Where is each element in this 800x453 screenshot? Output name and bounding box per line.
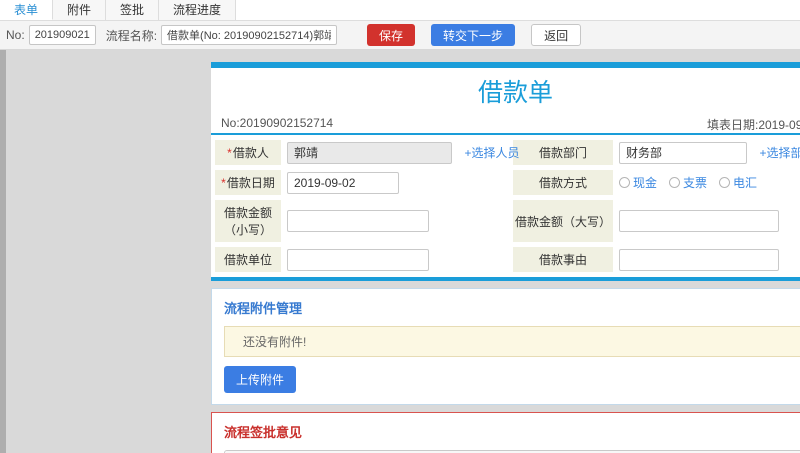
fill-date: 填表日期:2019-09-02 15:27:1 [707,118,800,132]
main-panel: 借款单 No:20190902152714 填表日期:2019-09-02 15… [211,62,800,453]
required-mark: * [227,146,232,160]
radio-cheque[interactable]: 支票 [669,174,707,191]
left-edge-strip [0,50,6,453]
loan-reason-input[interactable] [619,248,779,271]
radio-wire[interactable]: 电汇 [719,174,757,191]
tab-form[interactable]: 表单 [0,0,54,20]
no-input[interactable] [28,25,96,45]
radio-circle-icon[interactable] [619,177,630,188]
borrower-label-cell: *借款人 [215,140,281,165]
select-person-link[interactable]: +选择人员 [464,146,519,160]
amount-big-input[interactable] [619,210,779,232]
radio-wire-label: 电汇 [733,176,758,190]
doc-number: No:20190902152714 [221,116,334,130]
loan-method-radio-group: 现金 支票 电汇 [619,174,800,191]
process-name-input[interactable] [161,25,338,45]
loan-method-label: 借款方式 [513,170,613,195]
loan-form-table: *借款人 +选择人员 借款部门 +选择部门 *借款日期 [211,135,800,277]
tab-attachments[interactable]: 附件 [53,0,107,20]
loan-date-label: 借款日期 [226,176,275,190]
borrower-label: 借款人 [232,146,269,160]
amount-big-label: 借款金额（大写） [513,200,613,242]
department-label: 借款部门 [513,140,613,165]
forward-next-step-button[interactable]: 转交下一步 [431,24,516,46]
amount-small-input[interactable] [287,210,429,232]
loan-date-input[interactable] [287,171,399,194]
approval-heading: 流程签批意见 [224,425,303,440]
no-attachment-notice: 还没有附件! [224,326,800,357]
department-input[interactable] [619,141,747,164]
attachment-panel: 流程附件管理 还没有附件! 上传附件 [211,288,800,405]
tab-process-progress[interactable]: 流程进度 [159,0,237,20]
radio-cash[interactable]: 现金 [619,174,657,191]
table-row: *借款日期 借款方式 现金 [215,170,800,195]
approval-panel: 流程签批意见 B I abc A [211,412,800,453]
amount-small-label: 借款金额（小写） [215,200,281,242]
content-area: 借款单 No:20190902152714 填表日期:2019-09-02 15… [0,50,800,453]
loan-date-label-cell: *借款日期 [215,170,281,195]
upload-attachment-button[interactable]: 上传附件 [224,366,297,393]
process-name-label: 流程名称: [105,28,158,43]
tab-approval[interactable]: 签批 [106,0,160,20]
attachment-heading: 流程附件管理 [224,301,303,316]
loan-unit-input[interactable] [287,248,429,271]
form-bottom-bar [211,277,800,281]
form-meta-row: No:20190902152714 填表日期:2019-09-02 15:27:… [211,112,800,133]
radio-cheque-label: 支票 [683,176,708,190]
radio-circle-icon[interactable] [719,177,731,188]
table-row: *借款人 +选择人员 借款部门 +选择部门 [215,140,800,165]
top-tab-bar: 表单 附件 签批 流程进度 [0,0,800,21]
radio-circle-icon[interactable] [669,177,681,188]
loan-reason-label: 借款事由 [513,247,613,272]
loan-form-card: 借款单 No:20190902152714 填表日期:2019-09-02 15… [211,62,800,281]
table-row: 借款金额（小写） 借款金额（大写） [215,200,800,242]
select-department-link[interactable]: +选择部门 [759,146,800,160]
back-button[interactable]: 返回 [531,24,582,46]
table-row: 借款单位 借款事由 [215,247,800,272]
page-title: 借款单 [477,79,553,107]
loan-unit-label: 借款单位 [215,247,281,272]
required-mark: * [221,176,226,190]
action-toolbar: No: 流程名称: 保存 转交下一步 返回 [0,21,800,50]
no-label: No: [6,28,25,42]
save-button[interactable]: 保存 [367,24,416,46]
borrower-input[interactable] [287,141,452,164]
radio-cash-label: 现金 [633,176,658,190]
